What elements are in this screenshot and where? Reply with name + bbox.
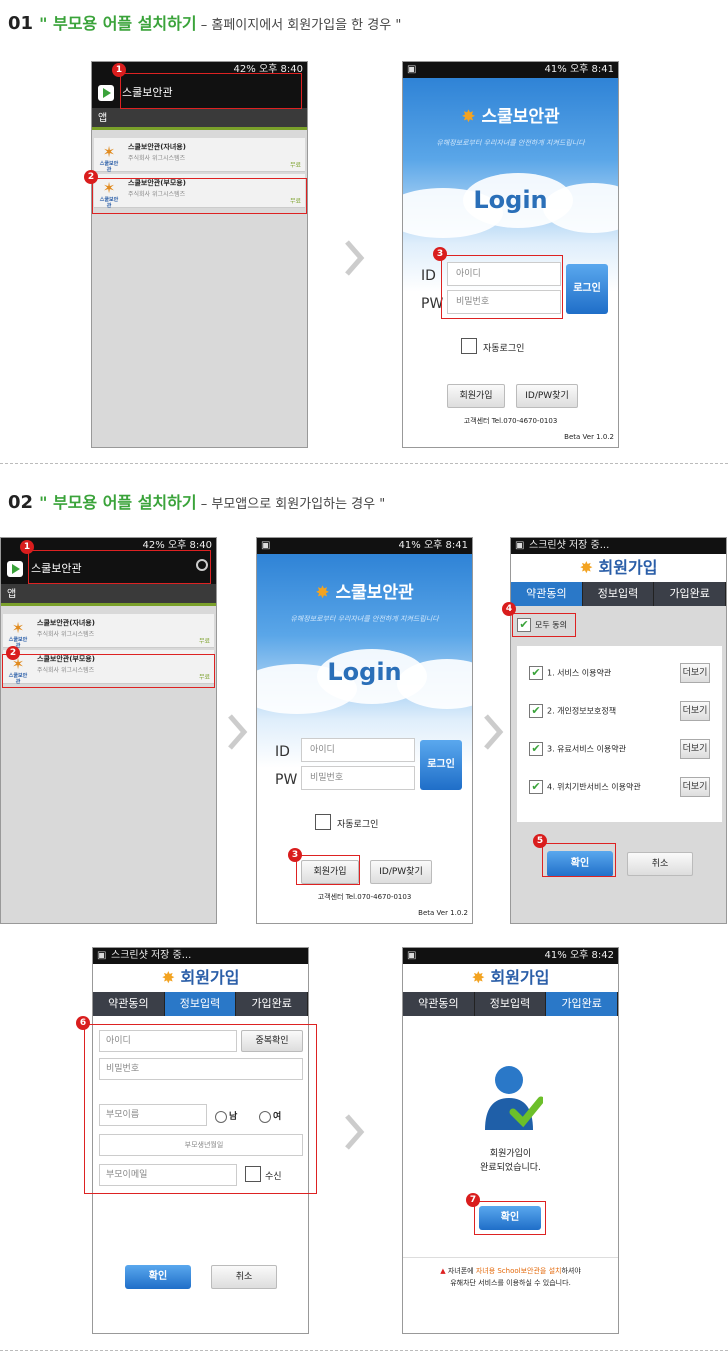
highlight-credentials <box>441 255 563 319</box>
step-terms: 약관동의 <box>511 582 583 606</box>
complete-message-1: 회원가입이 <box>489 1149 532 1159</box>
brand-title: ✸ 스쿨보안관 <box>461 107 560 127</box>
cancel-button[interactable]: 취소 <box>211 1265 277 1289</box>
login-button[interactable]: 로그인 <box>566 264 608 314</box>
more-button[interactable]: 더보기 <box>680 701 710 721</box>
find-id-pw-button[interactable]: ID/PW찾기 <box>370 860 432 884</box>
login-title: Login <box>327 658 402 686</box>
term-item[interactable]: ✔ 1. 서비스 이용약관 <box>529 666 611 680</box>
status-bar: ▣ 스크린샷 저장 중... <box>93 948 308 964</box>
apps-tab[interactable]: 앱 <box>92 108 307 130</box>
term-item[interactable]: ✔ 3. 유료서비스 이용약관 <box>529 742 626 756</box>
slogan: 유해정보로부터 우리자녀를 안전하게 지켜드립니다 <box>436 139 585 147</box>
app-item-child[interactable]: ✶ 스쿨보안관 스쿨보안관(자녀용) 주식회사 위그시스템즈 무료 <box>3 614 214 649</box>
next-arrow-icon <box>345 240 365 276</box>
status-bar: ▣ 41% 오후 8:42 <box>403 948 618 964</box>
warning-icon: ▲ <box>440 1267 448 1275</box>
login-button[interactable]: 로그인 <box>420 740 462 790</box>
step-badge-1b: 1 <box>20 540 34 554</box>
status-bar: ▣ 스크린샷 저장 중... <box>511 538 726 554</box>
highlight-search <box>120 73 302 109</box>
step-done: 가입완료 <box>654 582 726 606</box>
password-input[interactable]: 비밀번호 <box>301 766 415 790</box>
next-arrow-icon <box>484 714 504 750</box>
cancel-button[interactable]: 취소 <box>627 852 693 876</box>
highlight-join <box>296 855 360 885</box>
login-screen: ✸ 스쿨보안관 유해정보로부터 우리자녀를 안전하게 지켜드립니다 Login … <box>257 554 472 923</box>
next-arrow-icon <box>345 1114 365 1150</box>
more-button[interactable]: 더보기 <box>680 739 710 759</box>
join-steps: 약관동의 정보입력 가입완료 <box>511 582 726 606</box>
step-badge-2b: 2 <box>6 646 20 660</box>
terms-list: ✔ 1. 서비스 이용약관 더보기 ✔ 2. 개인정보보호정책 더보기 ✔ 3. 유료… <box>517 646 722 822</box>
complete-message-2: 완료되었습니다. <box>480 1163 541 1173</box>
step-info: 정보입력 <box>583 582 655 606</box>
contact-info: 고객센터 Tel.070-4670-0103 <box>463 417 558 425</box>
step-badge-2: 2 <box>84 170 98 184</box>
done-phone: ▣ 41% 오후 8:42 ✸ 회원가입 약관동의 정보입력 가입완료 회원가입이… <box>402 947 619 1334</box>
highlight-parent-app <box>92 178 307 214</box>
install-notice: ▲ 자녀폰에 자녀용 School보안관을 설치하셔야 <box>403 1257 618 1276</box>
highlight-parent-app <box>2 654 215 688</box>
highlight-done-confirm <box>474 1201 546 1235</box>
play-store-icon <box>7 561 23 577</box>
apps-tab[interactable]: 앱 <box>1 584 216 606</box>
auto-login-checkbox[interactable] <box>315 814 331 830</box>
join-title: ✸ 회원가입 <box>511 554 726 582</box>
status-bar: ▣ 41% 오후 8:41 <box>257 538 472 554</box>
more-button[interactable]: 더보기 <box>680 777 710 797</box>
confirm-button[interactable]: 확인 <box>125 1265 191 1289</box>
step-badge-3b: 3 <box>288 848 302 862</box>
step-badge-5: 5 <box>533 834 547 848</box>
find-id-pw-button[interactable]: ID/PW찾기 <box>516 384 578 408</box>
store-phone-1: 42% 오후 8:40 스쿨보안관 앱 ✶ 스쿨보안관 스쿨보안관(자녀용) 주식… <box>91 61 308 448</box>
section-2-title: 02 " 부모용 어플 설치하기 – 부모앱으로 회원가입하는 경우 " <box>8 492 386 513</box>
next-arrow-icon <box>228 714 248 750</box>
join-title: ✸ 회원가입 <box>93 964 308 992</box>
join-title: ✸ 회원가입 <box>403 964 618 992</box>
brand-title: ✸ 스쿨보안관 <box>315 583 414 603</box>
term-item[interactable]: ✔ 4. 위치기반서비스 이용약관 <box>529 780 641 794</box>
app-item-child[interactable]: ✶ 스쿨보안관 스쿨보안관(자녀용) 주식회사 위그시스템즈 무료 <box>94 138 305 173</box>
highlight-confirm <box>542 843 616 877</box>
term-item[interactable]: ✔ 2. 개인정보보호정책 <box>529 704 616 718</box>
more-button[interactable]: 더보기 <box>680 663 710 683</box>
step-badge-7: 7 <box>466 1193 480 1207</box>
join-steps: 약관동의 정보입력 가입완료 <box>93 992 308 1016</box>
login-title: Login <box>473 186 548 214</box>
version-label: Beta Ver 1.0.2 <box>564 433 614 441</box>
play-store-icon <box>98 85 114 101</box>
login-phone-2: ▣ 41% 오후 8:41 ✸ 스쿨보안관 유해정보로부터 우리자녀를 안전하게 … <box>256 537 473 924</box>
status-bar: ▣ 41% 오후 8:41 <box>403 62 618 78</box>
divider <box>0 463 728 464</box>
join-steps: 약관동의 정보입력 가입완료 <box>403 992 618 1016</box>
join-button[interactable]: 회원가입 <box>447 384 505 408</box>
step-badge-3: 3 <box>433 247 447 261</box>
highlight-search <box>28 550 211 584</box>
divider <box>0 1350 728 1351</box>
step-badge-6: 6 <box>76 1016 90 1030</box>
step-badge-1: 1 <box>112 63 126 77</box>
store-phone-2: 42% 오후 8:40 스쿨보안관 앱 ✶ 스쿨보안관 스쿨보안관(자녀용) 주식… <box>0 537 217 924</box>
step-badge-4: 4 <box>502 602 516 616</box>
app-logo-icon: ✶ 스쿨보안관 <box>8 619 28 649</box>
highlight-agree-all <box>512 613 576 637</box>
id-input[interactable]: 아이디 <box>301 738 415 762</box>
app-logo-icon: ✶ 스쿨보안관 <box>99 143 119 173</box>
auto-login-checkbox[interactable] <box>461 338 477 354</box>
section-1-title: 01 " 부모용 어플 설치하기 – 홈페이지에서 회원가입을 한 경우 " <box>8 13 402 34</box>
highlight-form <box>84 1024 317 1194</box>
user-complete-icon <box>485 1066 543 1130</box>
